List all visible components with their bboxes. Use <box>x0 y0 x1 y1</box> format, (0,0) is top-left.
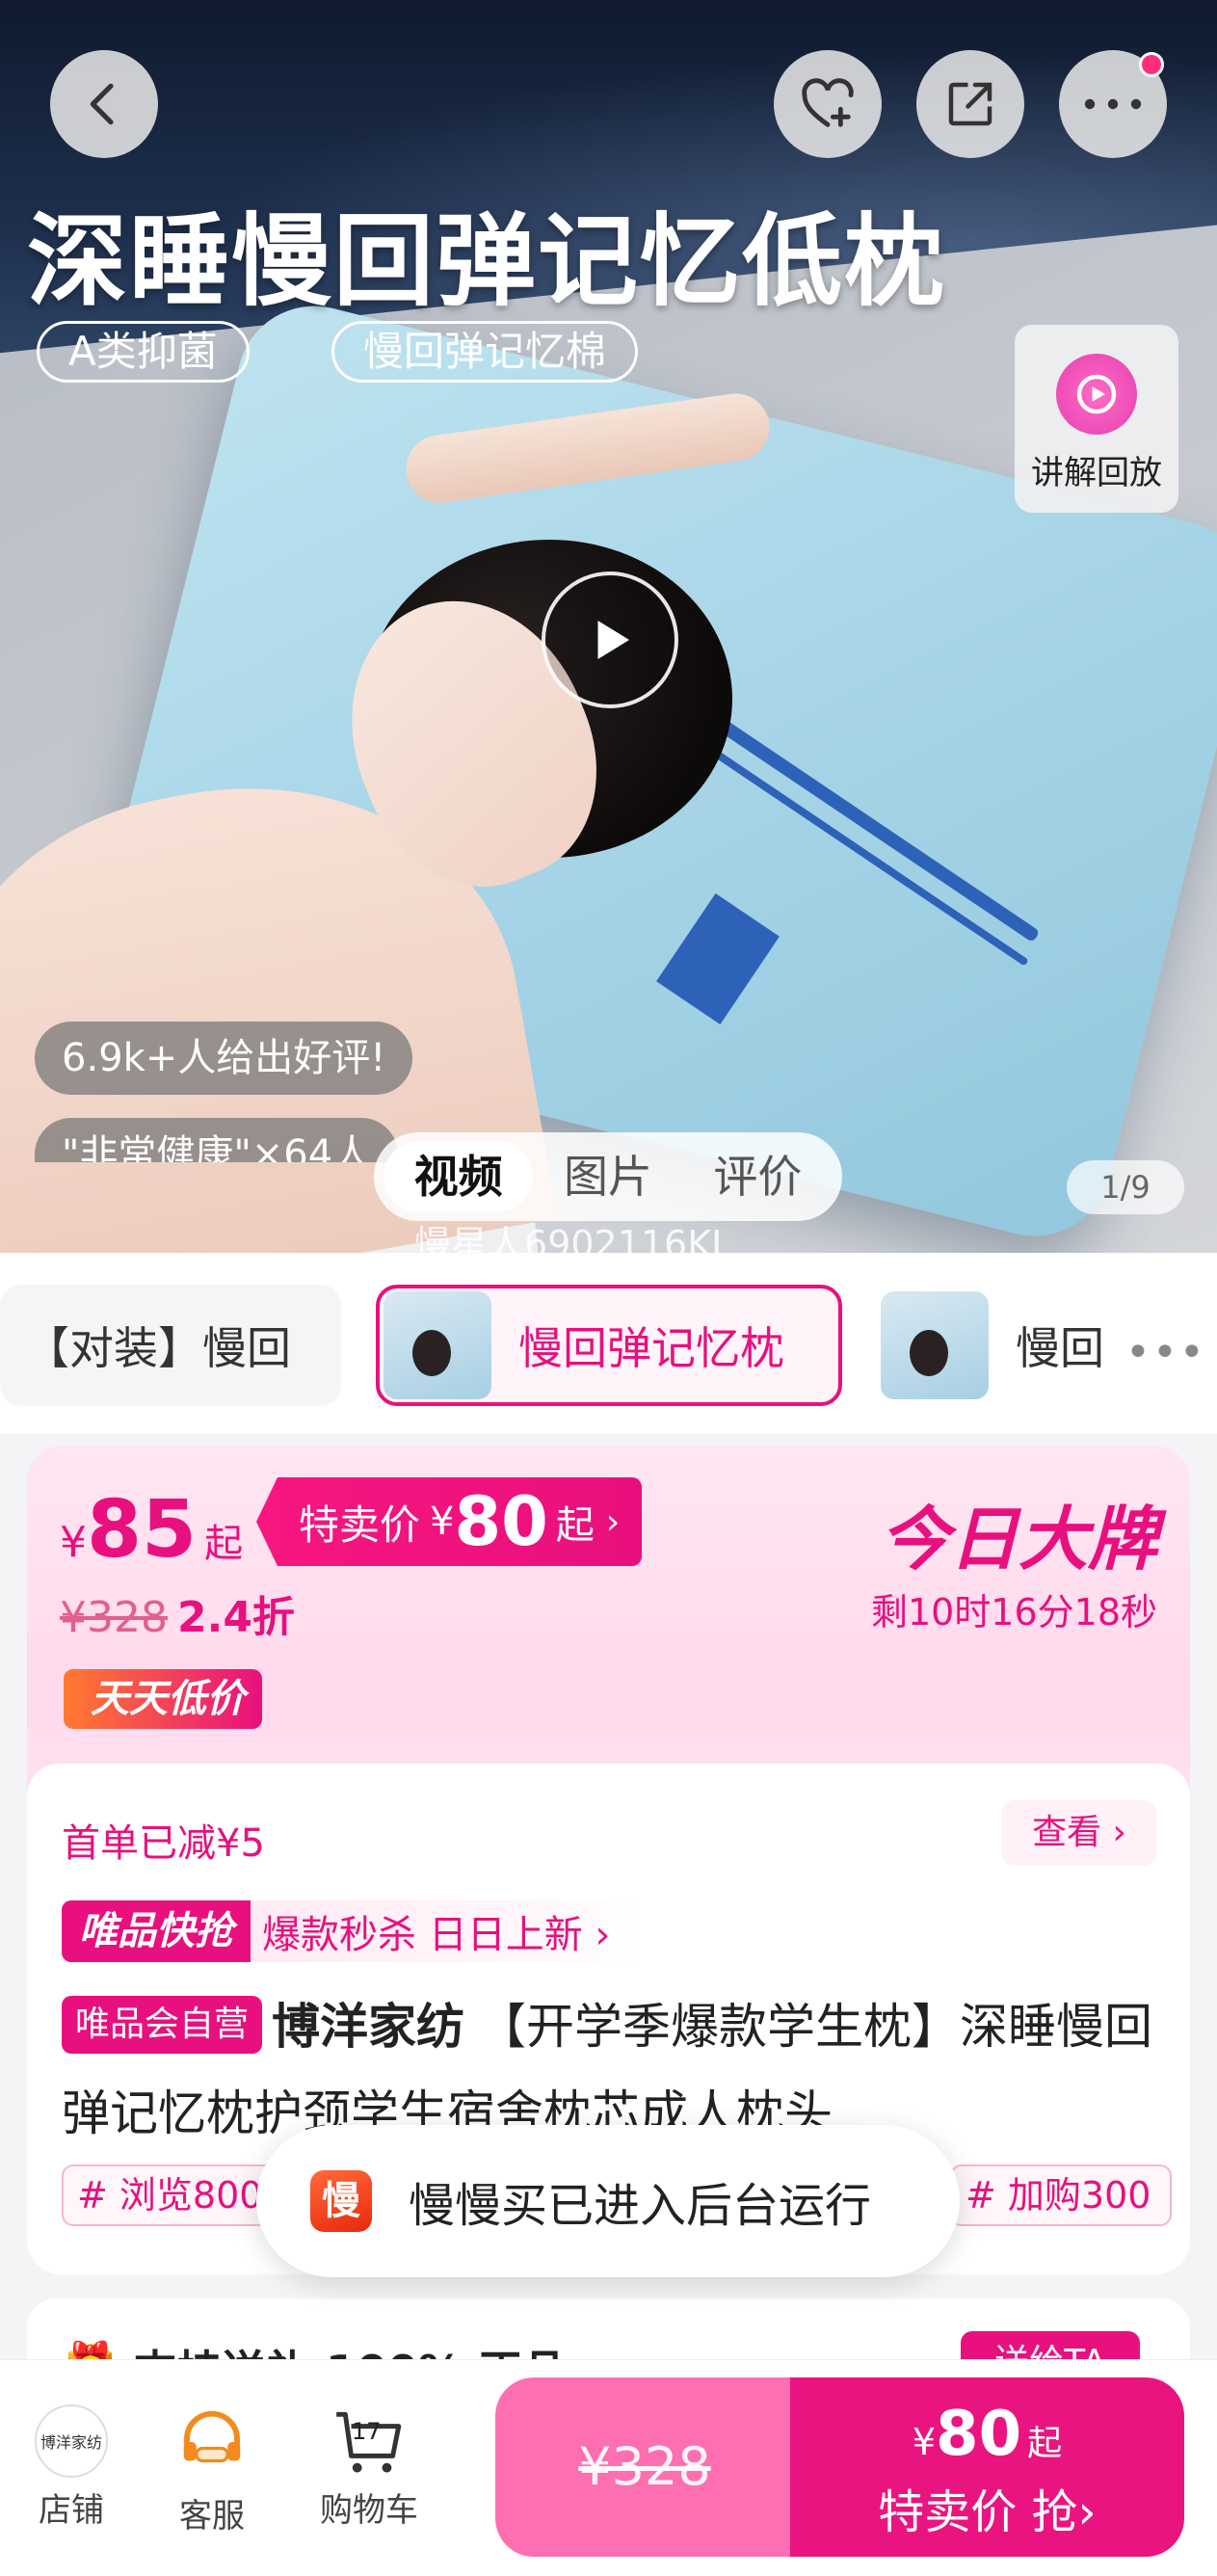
tab-reviews[interactable]: 评价 <box>683 1141 833 1212</box>
review-bubble: 6.9k+人给出好评! <box>35 1022 413 1095</box>
hero-tag-antibacterial: A类抑菌 <box>37 321 250 383</box>
flash-sale-text: 爆款秒杀 日日上新 › <box>262 1913 611 1957</box>
customer-service-label: 客服 <box>179 2497 245 2536</box>
cart-button[interactable]: 17 购物车 <box>306 2404 432 2531</box>
sku-thumbnail <box>384 1291 491 1399</box>
sku-label: 慢回 <box>1016 1322 1104 1374</box>
cart-label: 购物车 <box>320 2491 418 2530</box>
notification-dot <box>1139 52 1164 77</box>
back-arrow-icon <box>90 83 114 125</box>
toast-message: 慢慢买已进入后台运行 <box>409 2179 872 2233</box>
view-discount-button[interactable]: 查看 › <box>1001 1800 1157 1866</box>
store-button[interactable]: 博洋家纺 店铺 <box>13 2404 129 2531</box>
favorite-button[interactable] <box>774 50 882 158</box>
share-button[interactable] <box>916 50 1024 158</box>
buy-now-label: 特卖价 抢› <box>878 2485 1097 2539</box>
brand-day-title: 今日大牌 <box>879 1499 1157 1580</box>
self-operated-badge: 唯品会自营 <box>62 1996 263 2054</box>
more-icon <box>1084 98 1142 110</box>
cart-count-tag: # 加购300 <box>950 2164 1172 2226</box>
tab-images[interactable]: 图片 <box>533 1141 682 1212</box>
buy-special-price-button[interactable]: ¥80 起 特卖价 抢› <box>790 2377 1184 2557</box>
app-logo-icon: 慢 <box>310 2170 372 2232</box>
special-price-badge[interactable]: 特卖价 ¥80 起 › <box>256 1477 642 1566</box>
sku-selector: 【对装】慢回 慢回弹记忆枕 慢回 ••• <box>0 1253 1217 1434</box>
background-running-toast: 慢 慢慢买已进入后台运行 <box>256 2125 960 2277</box>
model-caption: 慢星人6902116KI <box>414 1223 723 1253</box>
daily-low-price-badge: 天天低价 <box>64 1669 262 1729</box>
original-price: ¥328 2.4折 <box>60 1593 295 1642</box>
heart-plus-icon <box>802 78 854 127</box>
sku-thumbnail <box>881 1291 989 1399</box>
original-price-label: ¥328 <box>578 2436 711 2497</box>
share-icon <box>948 82 992 126</box>
cart-count: 17 <box>352 2418 382 2445</box>
replay-label: 讲解回放 <box>1031 454 1162 492</box>
countdown-timer: 剩10时16分18秒 <box>870 1591 1157 1633</box>
play-video-button[interactable] <box>542 571 678 708</box>
sku-more-icon[interactable]: ••• <box>1125 1328 1206 1377</box>
play-icon <box>597 621 629 659</box>
first-order-discount: 首单已减¥5 <box>62 1821 265 1866</box>
price-section: ¥85 起 特卖价 ¥80 起 › ¥328 2.4折 今日大牌 剩10时16分18秒 天… <box>27 1446 1190 1773</box>
review-bubble: "非常健康"×64人 <box>35 1118 399 1162</box>
media-tabs: 视频 图片 评价 <box>374 1132 842 1221</box>
product-media-hero[interactable]: 深睡慢回弹记忆低枕 A类抑菌 慢回弹记忆棉 讲解回放 6.9k+人给出好评! "… <box>0 0 1217 1253</box>
tab-video[interactable]: 视频 <box>384 1141 534 1212</box>
buy-original-price-button[interactable]: ¥328 <box>495 2377 794 2557</box>
store-label: 店铺 <box>39 2491 104 2530</box>
hero-title: 深睡慢回弹记忆低枕 <box>27 202 947 320</box>
customer-service-button[interactable]: 客服 <box>154 2404 270 2536</box>
special-price: ¥80 起 <box>912 2399 1063 2470</box>
hero-tag-memory-foam: 慢回弹记忆棉 <box>331 321 639 383</box>
sku-option[interactable]: 【对装】慢回 <box>0 1285 341 1406</box>
page-indicator: 1/9 <box>1067 1160 1184 1214</box>
flash-sale-banner[interactable]: 唯品快抢 爆款秒杀 日日上新 › <box>62 1900 644 1962</box>
sku-option-selected[interactable]: 慢回弹记忆枕 <box>376 1285 842 1406</box>
chevron-right-icon: › <box>605 1501 621 1542</box>
store-logo: 博洋家纺 <box>35 2404 108 2478</box>
sku-label: 慢回弹记忆枕 <box>518 1322 784 1374</box>
sku-label: 【对装】慢回 <box>25 1322 291 1374</box>
bottom-action-bar: 博洋家纺 店铺 客服 17 购物车 ¥328 ¥80 起 特卖价 抢› <box>0 2359 1217 2576</box>
current-price: ¥85 起 <box>60 1484 244 1576</box>
back-button[interactable] <box>50 50 158 158</box>
headset-icon <box>183 2410 241 2463</box>
sku-option[interactable]: 慢回 <box>875 1285 1135 1406</box>
flash-sale-badge: 唯品快抢 <box>62 1900 251 1962</box>
brand-name: 博洋家纺 <box>272 1999 465 2055</box>
discount-rate: 2.4折 <box>176 1593 295 1642</box>
replay-icon <box>1056 354 1137 435</box>
live-replay-button[interactable]: 讲解回放 <box>1015 325 1178 513</box>
